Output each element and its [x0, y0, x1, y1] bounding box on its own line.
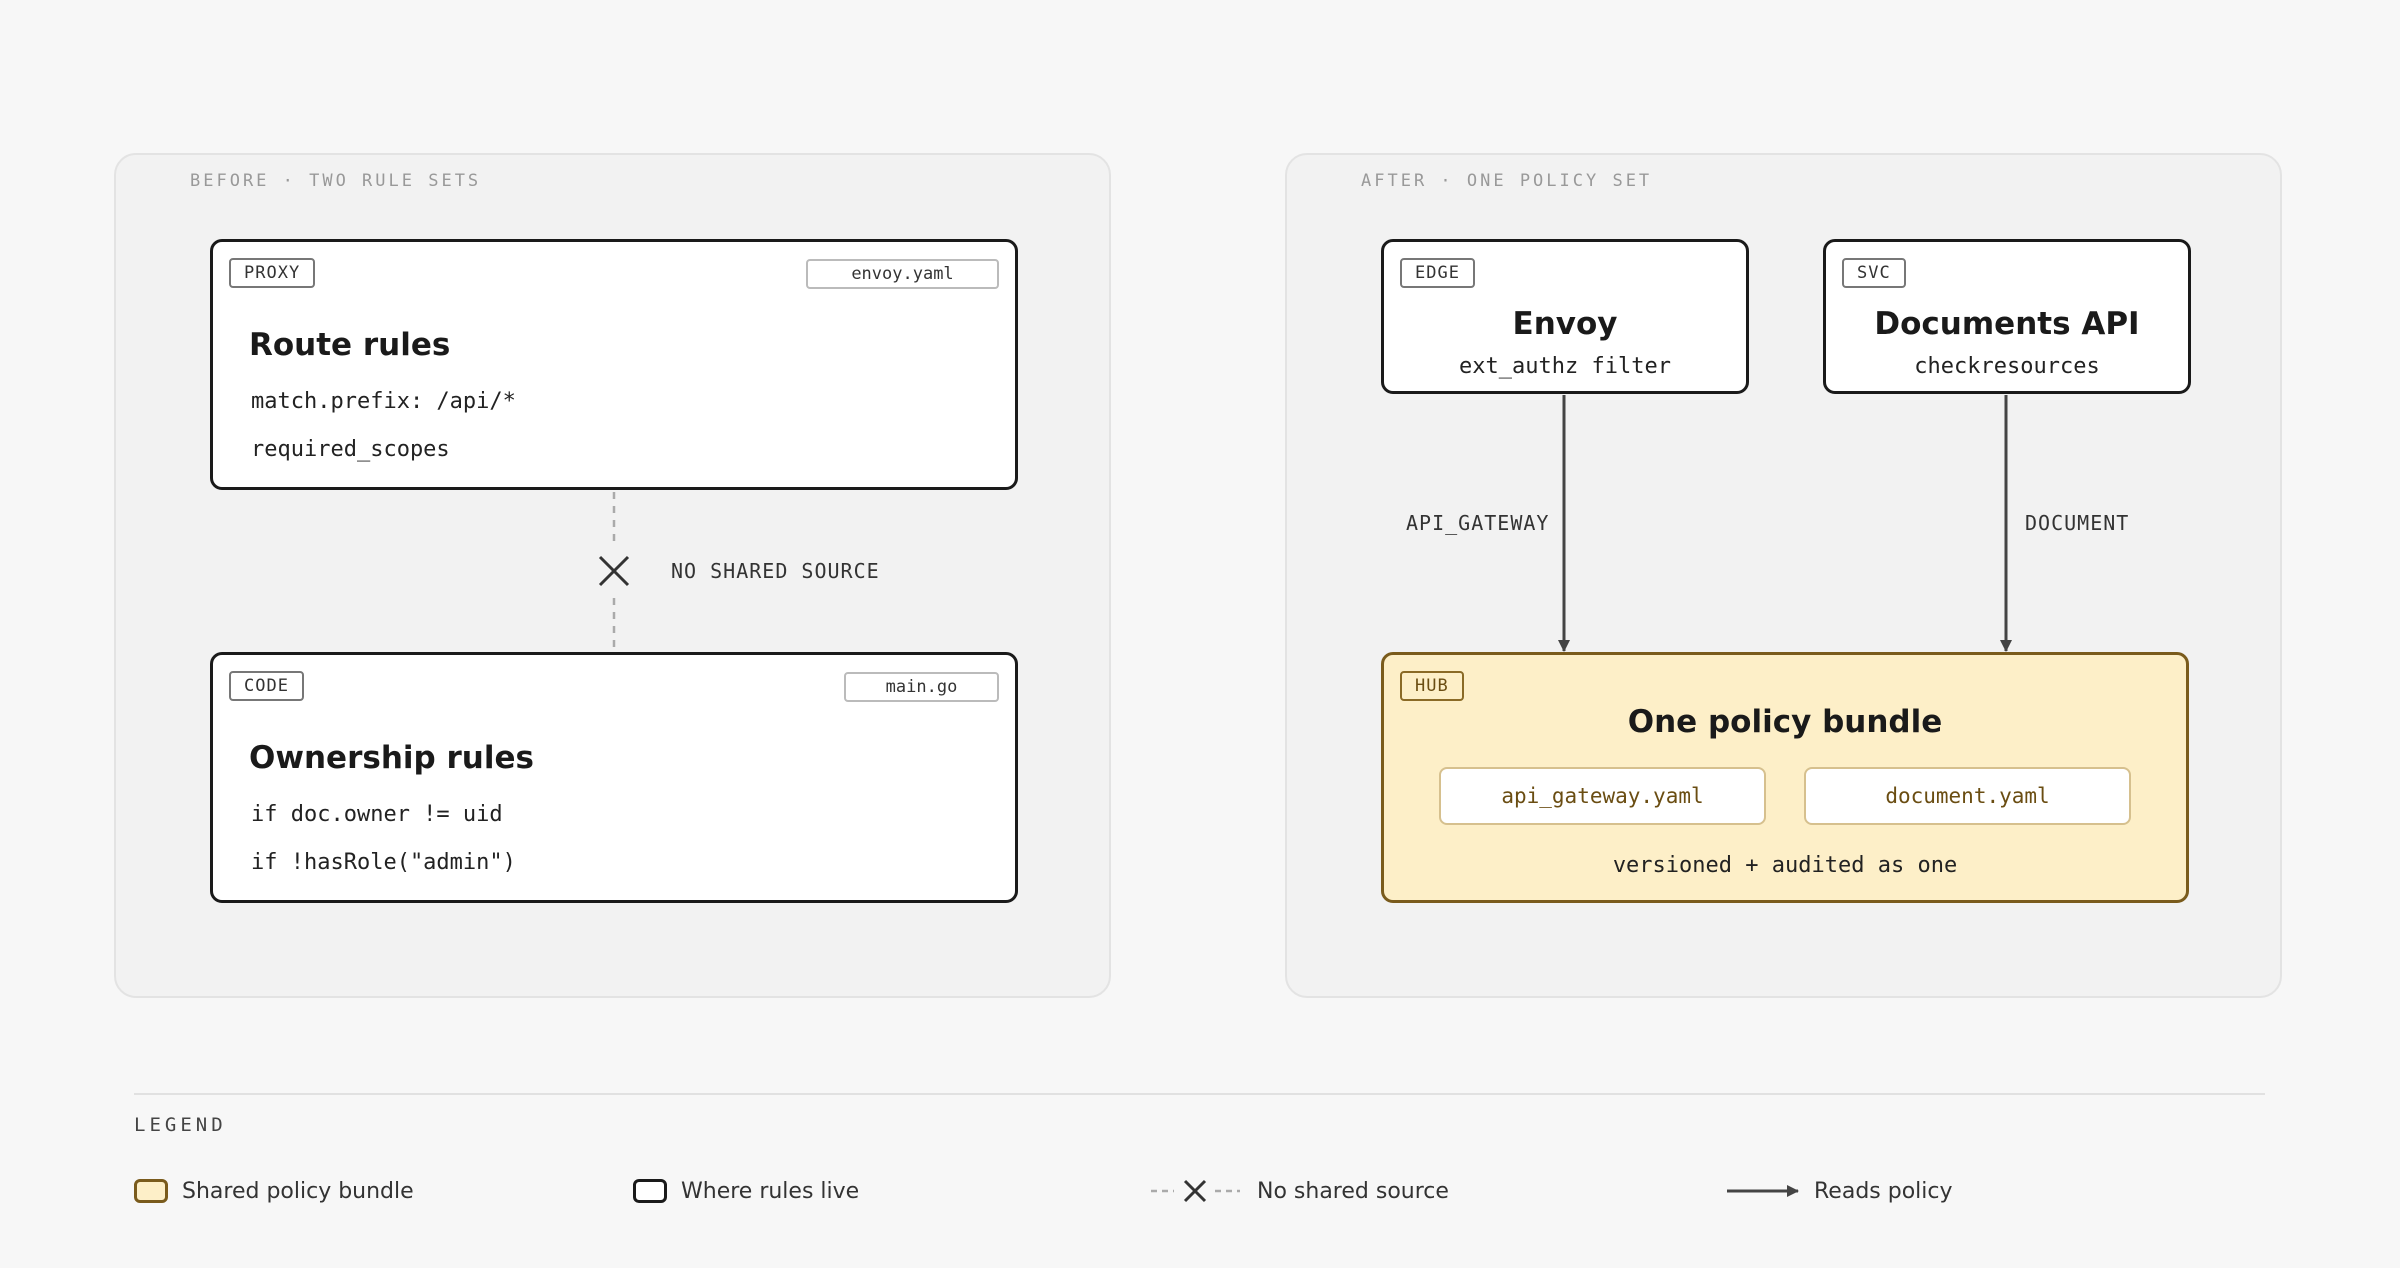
legend-label-bundle: Shared policy bundle — [182, 1179, 414, 1204]
legend-label-reads-policy: Reads policy — [1814, 1179, 1953, 1204]
connector-overlay — [598, 395, 2012, 652]
bundle-swatch-icon — [134, 1179, 168, 1203]
legend-divider — [134, 1093, 2265, 1095]
legend-title: LEGEND — [134, 1114, 227, 1136]
rule-box-swatch-icon — [633, 1179, 667, 1203]
no-link-cross-icon — [598, 555, 630, 587]
legend-label-no-shared-source: No shared source — [1257, 1179, 1449, 1204]
legend-label-rule-box: Where rules live — [681, 1179, 860, 1204]
